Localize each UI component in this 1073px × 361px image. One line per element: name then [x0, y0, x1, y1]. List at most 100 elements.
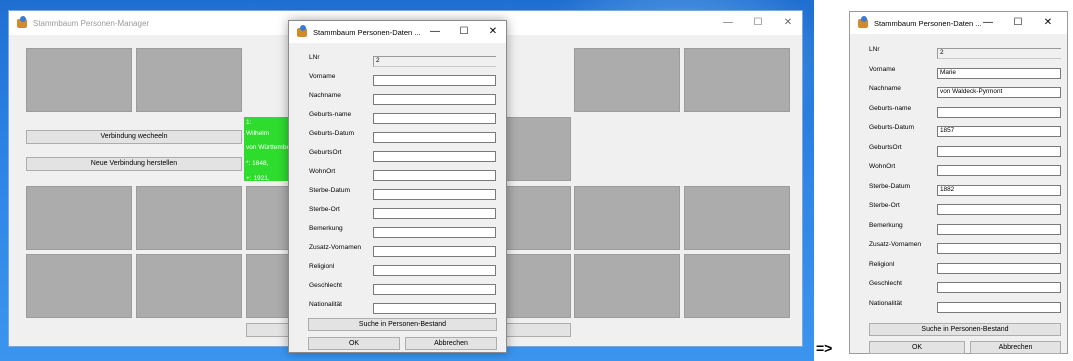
field-label: LNr: [309, 54, 320, 61]
dialog-title: Stammbaum Personen-Daten ...: [874, 18, 982, 28]
person-tile[interactable]: [501, 117, 571, 181]
dialog-titlebar[interactable]: Stammbaum Personen-Daten ... — ☐ ✕: [850, 12, 1067, 34]
app-icon: [297, 24, 307, 37]
field-input[interactable]: [373, 303, 496, 314]
field-label: Sterbe-Datum: [309, 187, 351, 194]
close-button[interactable]: ✕: [773, 11, 803, 35]
dialog-title: Stammbaum Personen-Daten ...: [313, 27, 421, 37]
person-tile[interactable]: [501, 254, 571, 318]
switch-connection-button[interactable]: Verbindung wecheeln: [26, 130, 242, 144]
person-death: +: 1921,: [246, 175, 270, 182]
person-tile[interactable]: [684, 254, 790, 318]
field-label: LNr: [869, 46, 880, 53]
desktop-background: Stammbaum Personen-Manager — ☐ ✕ Verbind…: [0, 0, 814, 361]
person-tile[interactable]: [136, 186, 242, 250]
field-input[interactable]: [937, 223, 1061, 235]
field-input[interactable]: [373, 227, 496, 238]
minimize-button[interactable]: —: [420, 21, 450, 43]
maximize-button[interactable]: ☐: [1003, 12, 1033, 34]
field-label: Geburts-name: [869, 104, 912, 112]
field-input[interactable]: [373, 284, 496, 295]
field-input[interactable]: [373, 170, 496, 181]
field-input[interactable]: von Waldeck-Pyrmont: [937, 87, 1061, 98]
field-input[interactable]: 1857: [937, 126, 1061, 137]
field-label: Geschlecht: [869, 280, 902, 287]
field-input[interactable]: [937, 262, 1061, 274]
field-label: Zusatz-Vornamen: [869, 241, 922, 248]
field-input[interactable]: [937, 301, 1061, 313]
maximize-button[interactable]: ☐: [449, 21, 479, 43]
person-data-dialog-filled: Stammbaum Personen-Daten ... — ☐ ✕ LNr 2 V…: [849, 11, 1068, 354]
cancel-button[interactable]: Abbrechen: [405, 337, 497, 350]
cancel-button[interactable]: Abbrechen: [970, 341, 1061, 354]
minimize-button[interactable]: —: [973, 12, 1003, 34]
field-input[interactable]: [373, 151, 496, 162]
field-label: Religionl: [869, 260, 895, 268]
person-tile[interactable]: [684, 48, 790, 112]
field-input[interactable]: 1882: [937, 184, 1061, 196]
field-label: Zusatz-Vornamen: [309, 244, 362, 251]
field-label: GeburtsOrt: [309, 149, 342, 156]
field-label: Bemerkung: [309, 225, 343, 232]
field-label: Nationalität: [869, 299, 902, 307]
field-input[interactable]: [937, 243, 1061, 254]
field-input[interactable]: [937, 145, 1061, 157]
field-input[interactable]: [373, 189, 496, 200]
field-input[interactable]: [373, 208, 496, 219]
field-input[interactable]: [373, 132, 496, 143]
person-tile[interactable]: [574, 48, 680, 112]
field-label: Sterbe-Ort: [309, 206, 340, 213]
field-input[interactable]: [937, 204, 1061, 215]
maximize-button[interactable]: ☐: [743, 11, 773, 35]
person-tile[interactable]: [26, 186, 132, 250]
field-label: WohnOrt: [869, 163, 896, 170]
person-tile[interactable]: [501, 186, 571, 250]
field-input[interactable]: [937, 106, 1061, 118]
field-label: Nachname: [869, 85, 901, 92]
app-icon: [858, 15, 868, 28]
field-input[interactable]: [373, 113, 496, 124]
dialog-titlebar[interactable]: Stammbaum Personen-Daten ... — ☐ ✕: [289, 21, 506, 43]
person-tile[interactable]: [26, 48, 132, 112]
minimize-button[interactable]: —: [713, 11, 743, 35]
field-label: Religionl: [309, 263, 335, 270]
ok-button[interactable]: OK: [869, 341, 965, 354]
person-birth: *: 1848,: [246, 160, 269, 167]
field-input[interactable]: [373, 246, 496, 257]
field-label: Geburts-name: [309, 111, 352, 118]
close-button[interactable]: ✕: [1033, 12, 1063, 34]
field-input[interactable]: [373, 94, 496, 105]
field-label: Sterbe-Ort: [869, 202, 900, 209]
field-input[interactable]: [373, 75, 496, 86]
search-person-button[interactable]: Suche in Personen-Bestand: [308, 318, 497, 331]
new-connection-button[interactable]: Neue Verbindung herstellen: [26, 157, 242, 171]
field-input[interactable]: [937, 165, 1061, 176]
person-tile[interactable]: [574, 254, 680, 318]
field-input[interactable]: Marie: [937, 67, 1061, 79]
field-label: Sterbe-Datum: [869, 182, 911, 190]
bottom-button-right[interactable]: [501, 323, 571, 337]
field-label: Geburts-Datum: [869, 124, 915, 131]
lnr-field: 2: [937, 48, 1061, 59]
person-tile[interactable]: [684, 186, 790, 250]
person-tile[interactable]: [574, 186, 680, 250]
field-label: Geschlecht: [309, 282, 342, 289]
ok-button[interactable]: OK: [308, 337, 400, 350]
app-icon: [17, 15, 27, 28]
field-input[interactable]: [373, 265, 496, 276]
field-label: Vorname: [309, 73, 336, 80]
field-input[interactable]: [937, 282, 1061, 293]
main-window-title: Stammbaum Personen-Manager: [33, 18, 150, 28]
field-label: WohnOrt: [309, 168, 336, 175]
lnr-field: 2: [373, 56, 496, 67]
person-tile[interactable]: [136, 254, 242, 318]
search-person-button[interactable]: Suche in Personen-Bestand: [869, 323, 1061, 336]
close-button[interactable]: ✕: [478, 21, 508, 43]
person-firstname: Wilhelm: [246, 130, 270, 137]
person-tile[interactable]: [136, 48, 242, 112]
person-tile[interactable]: [26, 254, 132, 318]
field-label: Nachname: [309, 92, 341, 99]
field-label: Nationalität: [309, 301, 342, 308]
field-label: Vorname: [869, 65, 896, 73]
transition-arrow: =>: [816, 340, 833, 356]
